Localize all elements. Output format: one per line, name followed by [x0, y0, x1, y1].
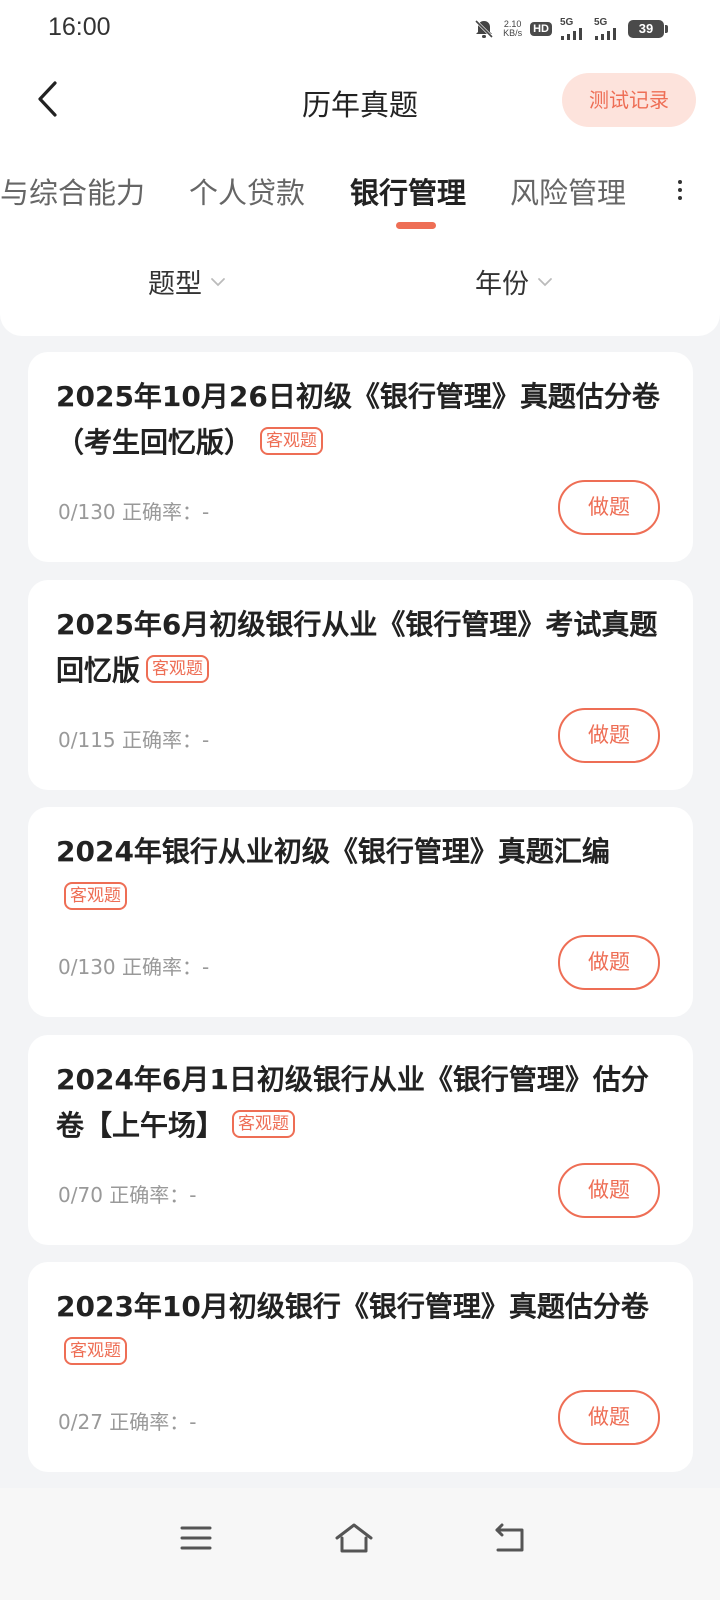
nav-bar: 历年真题 测试记录: [0, 64, 720, 136]
tab-personal-loans[interactable]: 个人贷款: [189, 170, 305, 212]
paper-title: 2024年银行从业初级《银行管理》真题汇编客观题: [56, 829, 676, 921]
question-type-filter[interactable]: 题型: [148, 262, 226, 301]
paper-title-text: 2024年银行从业初级《银行管理》真题汇编: [56, 835, 610, 868]
more-dot: [678, 188, 682, 192]
objective-tag: 客观题: [146, 655, 210, 683]
battery-level: 39: [638, 21, 654, 36]
paper-title: 2023年10月初级银行《银行管理》真题估分卷客观题: [56, 1284, 676, 1376]
signal-5g-2: 5G: [594, 18, 620, 40]
paper-title: 2025年6月初级银行从业《银行管理》考试真题回忆版 客观题: [56, 602, 676, 694]
more-tabs-button[interactable]: [668, 172, 692, 208]
paper-card[interactable]: 2024年银行从业初级《银行管理》真题汇编客观题 0/130 正确率：- 做题: [28, 807, 693, 1017]
objective-tag: 客观题: [64, 1337, 127, 1365]
system-nav-bar: [0, 1488, 720, 1600]
paper-progress: 0/27: [58, 1410, 103, 1434]
network-speed-unit: KB/s: [503, 28, 523, 38]
more-dot: [678, 196, 682, 200]
paper-title: 2025年10月26日初级《银行管理》真题估分卷（考生回忆版） 客观题: [56, 374, 676, 466]
objective-tag: 客观题: [64, 882, 127, 910]
paper-stats: 0/115 正确率：-: [58, 724, 209, 753]
bell-muted-icon: [475, 19, 494, 39]
return-button[interactable]: [480, 1508, 540, 1568]
hd-label: HD: [533, 23, 549, 35]
paper-accuracy: 正确率：-: [122, 955, 210, 979]
do-questions-button[interactable]: 做题: [558, 1163, 660, 1218]
category-tabs: 与综合能力 个人贷款 银行管理 风险管理: [0, 160, 660, 230]
do-questions-button[interactable]: 做题: [558, 708, 660, 763]
do-questions-button[interactable]: 做题: [558, 935, 660, 990]
year-filter[interactable]: 年份: [475, 262, 553, 301]
home-button[interactable]: [324, 1508, 384, 1568]
paper-stats: 0/27 正确率：-: [58, 1406, 197, 1435]
question-type-filter-label: 题型: [148, 269, 202, 300]
tab-bank-management[interactable]: 银行管理: [350, 170, 466, 212]
active-tab-indicator: [396, 222, 436, 229]
more-vertical-icon: [678, 180, 682, 184]
battery-icon: 39: [628, 20, 668, 38]
network-speed: 2.10 KB/s: [503, 20, 522, 38]
status-time: 16:00: [48, 13, 111, 41]
paper-title: 2024年6月1日初级银行从业《银行管理》估分卷【上午场】 客观题: [56, 1057, 676, 1149]
menu-button[interactable]: [166, 1508, 226, 1568]
signal-bars-icon: [561, 28, 582, 40]
paper-progress: 0/130: [58, 955, 116, 979]
return-icon: [495, 1523, 524, 1552]
tab-risk-management[interactable]: 风险管理: [510, 170, 626, 212]
signal-5g-2-label: 5G: [594, 17, 608, 28]
paper-accuracy: 正确率：-: [122, 728, 210, 752]
paper-card[interactable]: 2024年6月1日初级银行从业《银行管理》估分卷【上午场】 客观题 0/70 正确…: [28, 1035, 693, 1245]
paper-stats: 0/130 正确率：-: [58, 951, 209, 980]
paper-accuracy: 正确率：-: [109, 1410, 197, 1434]
tab-comprehensive-ability[interactable]: 与综合能力: [0, 170, 145, 212]
paper-card[interactable]: 2023年10月初级银行《银行管理》真题估分卷客观题 0/27 正确率：- 做题: [28, 1262, 693, 1472]
signal-5g-1-label: 5G: [560, 17, 574, 28]
objective-tag: 客观题: [232, 1110, 296, 1138]
do-questions-button[interactable]: 做题: [558, 480, 660, 535]
paper-title-text: 2023年10月初级银行《银行管理》真题估分卷: [56, 1290, 649, 1323]
paper-card[interactable]: 2025年6月初级银行从业《银行管理》考试真题回忆版 客观题 0/115 正确率：…: [28, 580, 693, 790]
top-area: 16:00 2.10 KB/s HD 5G 5G 39 历年真题 测试记录 与综…: [0, 0, 720, 336]
year-filter-label: 年份: [475, 269, 529, 300]
paper-progress: 0/115: [58, 728, 116, 752]
paper-progress: 0/130: [58, 500, 116, 524]
status-icons: 2.10 KB/s HD 5G 5G 39: [473, 16, 668, 42]
paper-accuracy: 正确率：-: [109, 1183, 197, 1207]
signal-bars-icon: [595, 28, 616, 40]
hd-icon: HD: [530, 22, 552, 36]
home-icon: [335, 1523, 373, 1553]
objective-tag: 客观题: [260, 427, 324, 455]
chevron-down-icon: [538, 277, 552, 286]
paper-stats: 0/130 正确率：-: [58, 496, 209, 525]
menu-icon: [180, 1526, 212, 1550]
paper-card[interactable]: 2025年10月26日初级《银行管理》真题估分卷（考生回忆版） 客观题 0/130…: [28, 352, 693, 562]
paper-progress: 0/70: [58, 1183, 103, 1207]
status-bar: 16:00 2.10 KB/s HD 5G 5G 39: [0, 0, 720, 58]
do-questions-button[interactable]: 做题: [558, 1390, 660, 1445]
chevron-down-icon: [211, 277, 225, 286]
paper-stats: 0/70 正确率：-: [58, 1179, 197, 1208]
signal-5g-1: 5G: [560, 18, 586, 40]
paper-title-text: 2024年6月1日初级银行从业《银行管理》估分卷【上午场】: [56, 1063, 649, 1142]
paper-title-text: 2025年10月26日初级《银行管理》真题估分卷（考生回忆版）: [56, 380, 660, 459]
test-record-button[interactable]: 测试记录: [562, 73, 696, 127]
paper-accuracy: 正确率：-: [122, 500, 210, 524]
